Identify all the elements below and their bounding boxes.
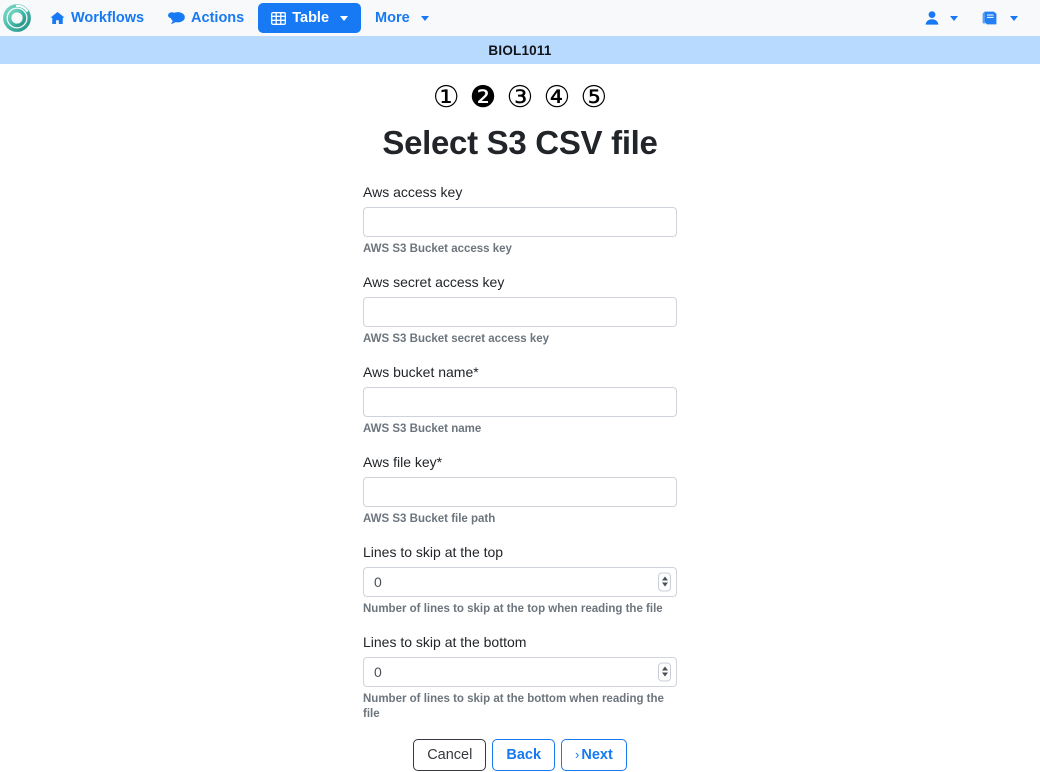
aws-access-key-input[interactable] xyxy=(363,207,677,237)
wizard-page: ① ❷ ③ ④ ⑤ Select S3 CSV file Aws access … xyxy=(0,64,1040,772)
lines-skip-bottom-label: Lines to skip at the bottom xyxy=(363,633,527,650)
docs-menu[interactable] xyxy=(978,5,1022,31)
aws-file-key-label: Aws file key* xyxy=(363,453,443,470)
user-icon xyxy=(925,11,939,25)
user-menu[interactable] xyxy=(921,5,962,31)
aws-secret-access-key-help: AWS S3 Bucket secret access key xyxy=(363,332,550,345)
lines-skip-bottom-help: Number of lines to skip at the bottom wh… xyxy=(363,692,664,720)
back-button[interactable]: Back xyxy=(492,738,556,772)
wizard-step-5[interactable]: ⑤ xyxy=(580,83,607,113)
field-group-lines-skip-bottom: Lines to skip at the bottom Number of li… xyxy=(363,634,677,722)
wizard-step-1[interactable]: ① xyxy=(433,83,460,113)
field-group-aws-bucket-name: Aws bucket name* AWS S3 Bucket name xyxy=(363,364,677,437)
aws-file-key-help: AWS S3 Bucket file path xyxy=(363,512,496,525)
stepper-up-icon[interactable] xyxy=(661,576,668,581)
wizard-step-3[interactable]: ③ xyxy=(507,83,534,113)
cancel-button[interactable]: Cancel xyxy=(413,738,487,772)
home-icon xyxy=(50,11,65,25)
aws-bucket-name-label: Aws bucket name* xyxy=(363,363,479,380)
aws-secret-access-key-input[interactable] xyxy=(363,296,677,327)
chevron-down-icon xyxy=(950,15,958,21)
nav-item-label: Actions xyxy=(191,9,245,26)
aws-file-key-input[interactable] xyxy=(363,476,677,507)
wizard-button-row: Cancel Back › Next xyxy=(363,738,677,772)
navbar-right xyxy=(921,5,1022,31)
aws-secret-access-key-label: Aws secret access key xyxy=(363,273,505,290)
lines-skip-bottom-stepper[interactable] xyxy=(658,662,671,682)
app-logo[interactable] xyxy=(2,3,32,33)
table-grid-icon xyxy=(271,11,287,25)
wizard-step-indicator: ① ❷ ③ ④ ⑤ xyxy=(433,80,608,116)
lines-skip-top-label: Lines to skip at the top xyxy=(363,543,504,560)
nav-item-label: More xyxy=(375,9,410,26)
stepper-down-icon[interactable] xyxy=(661,672,668,677)
nav-item-workflows[interactable]: Workflows xyxy=(38,5,156,32)
chevron-down-icon xyxy=(1010,15,1018,21)
logo-ring-icon xyxy=(3,4,31,32)
aws-bucket-name-help: AWS S3 Bucket name xyxy=(363,422,482,435)
course-subheader: BIOL1011 xyxy=(0,36,1040,64)
lines-skip-bottom-input[interactable] xyxy=(363,656,677,687)
nav-item-label: Table xyxy=(292,9,330,26)
chevron-right-icon: › xyxy=(575,746,580,762)
aws-bucket-name-input[interactable] xyxy=(363,386,677,417)
lines-skip-top-stepper[interactable] xyxy=(658,572,671,592)
stepper-up-icon[interactable] xyxy=(661,666,668,671)
lines-skip-top-input[interactable] xyxy=(363,566,677,597)
nav-item-actions[interactable]: Actions xyxy=(156,5,256,32)
field-group-lines-skip-top: Lines to skip at the top Number of lines… xyxy=(363,544,677,617)
course-title: BIOL1011 xyxy=(488,42,552,58)
navbar-items: Workflows Actions Table More xyxy=(38,2,921,34)
nav-item-table[interactable]: Table xyxy=(258,2,362,34)
stepper-down-icon[interactable] xyxy=(661,582,668,587)
field-group-aws-secret-access-key: Aws secret access key AWS S3 Bucket secr… xyxy=(363,274,677,347)
comments-icon xyxy=(168,11,185,25)
lines-skip-top-wrap xyxy=(363,566,677,597)
field-group-aws-access-key: Aws access key AWS S3 Bucket access key xyxy=(363,184,677,257)
next-button[interactable]: › Next xyxy=(561,738,627,772)
top-navbar: Workflows Actions Table More xyxy=(0,0,1040,36)
wizard-step-2[interactable]: ❷ xyxy=(470,83,497,113)
aws-access-key-help: AWS S3 Bucket access key xyxy=(363,243,512,255)
book-icon xyxy=(982,11,999,25)
lines-skip-top-help: Number of lines to skip at the top when … xyxy=(363,602,663,615)
wizard-step-4[interactable]: ④ xyxy=(543,83,570,113)
nav-item-more[interactable]: More xyxy=(363,5,441,32)
next-button-label: Next xyxy=(581,746,613,763)
chevron-down-icon xyxy=(340,15,349,21)
chevron-down-icon xyxy=(420,15,429,21)
nav-item-label: Workflows xyxy=(71,9,145,26)
aws-access-key-label: Aws access key xyxy=(363,184,463,200)
page-title: Select S3 CSV file xyxy=(382,124,658,161)
field-group-aws-file-key: Aws file key* AWS S3 Bucket file path xyxy=(363,454,677,527)
lines-skip-bottom-wrap xyxy=(363,656,677,687)
s3-csv-form: Aws access key AWS S3 Bucket access key … xyxy=(363,184,677,772)
